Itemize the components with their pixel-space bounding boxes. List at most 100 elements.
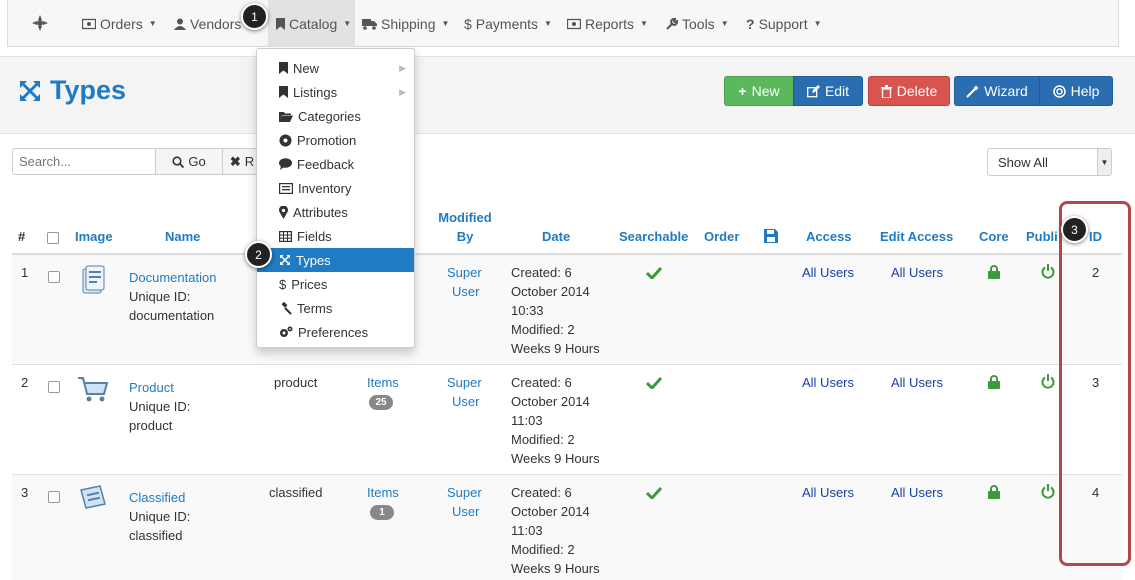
col-header-searchable[interactable]: Searchable bbox=[619, 227, 688, 246]
col-header-date[interactable]: Date bbox=[542, 227, 570, 246]
row-modified-by-1[interactable]: Super bbox=[447, 263, 482, 282]
menu-item-types[interactable]: Types bbox=[257, 248, 414, 272]
row-items-count-badge: 1 bbox=[370, 505, 394, 520]
row-date-line: October 2014 bbox=[511, 394, 590, 409]
lock-icon bbox=[988, 485, 1000, 499]
row-date-line: Modified: 2 bbox=[511, 432, 575, 447]
show-all-select[interactable]: Show All ▼ bbox=[987, 148, 1112, 176]
nav-support-label: Support bbox=[758, 15, 808, 32]
checkmark-icon[interactable] bbox=[646, 376, 662, 389]
row-items-count-badge: 25 bbox=[369, 395, 393, 410]
row-modified-by-2[interactable]: User bbox=[452, 282, 479, 301]
caret-down-icon: ▼ bbox=[720, 19, 729, 28]
wrench-icon bbox=[666, 17, 678, 30]
row-checkbox[interactable] bbox=[48, 491, 60, 503]
menu-item-categories[interactable]: Categories bbox=[257, 104, 414, 128]
row-access-link[interactable]: All Users bbox=[802, 263, 854, 282]
row-modified-by-1[interactable]: Super bbox=[447, 483, 482, 502]
nav-tools[interactable]: Tools ▼ bbox=[666, 0, 729, 47]
row-modified-by-2[interactable]: User bbox=[452, 502, 479, 521]
row-access-link[interactable]: All Users bbox=[802, 483, 854, 502]
menu-item-preferences[interactable]: Preferences bbox=[257, 320, 414, 344]
nav-support[interactable]: ? Support ▼ bbox=[746, 0, 822, 47]
menu-item-promotion[interactable]: Promotion bbox=[257, 128, 414, 152]
edit-button[interactable]: Edit bbox=[793, 76, 863, 106]
col-header-access[interactable]: Access bbox=[806, 227, 852, 246]
select-all-checkbox[interactable] bbox=[47, 232, 59, 244]
menu-item-label: Inventory bbox=[298, 180, 352, 196]
nav-shipping[interactable]: Shipping ▼ bbox=[362, 0, 449, 47]
table-row: 1 Documentation Unique ID: documentation… bbox=[12, 255, 1122, 365]
row-edit-access-link[interactable]: All Users bbox=[891, 373, 943, 392]
row-date-line: Created: 6 bbox=[511, 375, 572, 390]
classified-ad-icon bbox=[78, 484, 108, 512]
chevron-right-icon: ▶ bbox=[399, 86, 406, 97]
nav-catalog[interactable]: Catalog ▼ bbox=[268, 0, 355, 47]
row-date-line: 11:03 bbox=[511, 523, 543, 538]
search-input[interactable] bbox=[12, 148, 156, 175]
row-checkbox[interactable] bbox=[48, 271, 60, 283]
row-modified-by-2[interactable]: User bbox=[452, 392, 479, 411]
col-header-published[interactable]: Publi bbox=[1026, 227, 1058, 246]
wizard-button[interactable]: Wizard bbox=[954, 76, 1040, 106]
nav-shipping-label: Shipping bbox=[381, 15, 436, 32]
new-button[interactable]: + New bbox=[724, 76, 794, 106]
new-button-label: New bbox=[751, 83, 780, 99]
id-column-highlight bbox=[1059, 201, 1131, 566]
save-icon[interactable] bbox=[764, 229, 778, 243]
row-unique-id: classified bbox=[129, 528, 183, 543]
question-icon: ? bbox=[746, 15, 755, 32]
row-edit-access-link[interactable]: All Users bbox=[891, 263, 943, 282]
nav-reports[interactable]: Reports ▼ bbox=[567, 0, 648, 47]
help-button[interactable]: Help bbox=[1039, 76, 1113, 106]
menu-item-feedback[interactable]: Feedback bbox=[257, 152, 414, 176]
menu-item-prices[interactable]: $ Prices bbox=[257, 272, 414, 296]
menu-item-label: New bbox=[293, 60, 320, 76]
nav-vendors[interactable]: Vendors bbox=[174, 0, 241, 47]
menu-item-attributes[interactable]: Attributes bbox=[257, 200, 414, 224]
checkmark-icon[interactable] bbox=[646, 486, 662, 499]
delete-button[interactable]: Delete bbox=[868, 76, 950, 106]
menu-item-inventory[interactable]: Inventory bbox=[257, 176, 414, 200]
row-date-line: October 2014 bbox=[511, 504, 590, 519]
expand-arrows-icon bbox=[279, 254, 291, 266]
row-checkbox[interactable] bbox=[48, 381, 60, 393]
col-header-edit-access[interactable]: Edit Access bbox=[880, 227, 953, 246]
row-items-link[interactable]: Items bbox=[367, 373, 399, 392]
table-row: 2 Product Unique ID: product product Ite… bbox=[12, 365, 1122, 475]
row-items-link[interactable]: Items bbox=[367, 483, 399, 502]
reset-button-label: R bbox=[244, 154, 255, 169]
col-header-modified-by-line2: By bbox=[456, 229, 474, 244]
row-access-link[interactable]: All Users bbox=[802, 373, 854, 392]
nav-payments[interactable]: $ Payments ▼ bbox=[464, 0, 552, 47]
col-header-modified-by[interactable]: Modified By bbox=[430, 208, 500, 246]
rebel-icon bbox=[279, 134, 292, 147]
caret-down-icon: ▼ bbox=[148, 19, 157, 28]
col-header-image[interactable]: Image bbox=[75, 227, 113, 246]
menu-item-fields[interactable]: Fields bbox=[257, 224, 414, 248]
row-name-link[interactable]: Documentation bbox=[129, 268, 216, 287]
edit-button-label: Edit bbox=[824, 83, 850, 99]
nav-payments-label: Payments bbox=[475, 15, 539, 32]
menu-item-listings[interactable]: Listings ▶ bbox=[257, 80, 414, 104]
power-icon[interactable] bbox=[1041, 484, 1055, 499]
nav-orders[interactable]: Orders ▼ bbox=[82, 0, 157, 47]
dollar-icon: $ bbox=[464, 15, 472, 32]
power-icon[interactable] bbox=[1041, 374, 1055, 389]
app-logo-icon[interactable] bbox=[30, 13, 50, 33]
row-name-link[interactable]: Product bbox=[129, 378, 174, 397]
row-edit-access-link[interactable]: All Users bbox=[891, 483, 943, 502]
menu-item-new[interactable]: New ▶ bbox=[257, 56, 414, 80]
plus-icon: + bbox=[738, 83, 747, 99]
row-modified-by-1[interactable]: Super bbox=[447, 373, 482, 392]
col-header-order[interactable]: Order bbox=[704, 227, 739, 246]
row-date-line: Created: 6 bbox=[511, 265, 572, 280]
col-header-name[interactable]: Name bbox=[165, 227, 200, 246]
col-header-core[interactable]: Core bbox=[979, 227, 1009, 246]
menu-item-terms[interactable]: Terms bbox=[257, 296, 414, 320]
power-icon[interactable] bbox=[1041, 264, 1055, 279]
checkmark-icon[interactable] bbox=[646, 266, 662, 279]
go-button[interactable]: Go bbox=[155, 148, 223, 175]
menu-item-label: Promotion bbox=[297, 132, 357, 148]
row-name-link[interactable]: Classified bbox=[129, 488, 185, 507]
